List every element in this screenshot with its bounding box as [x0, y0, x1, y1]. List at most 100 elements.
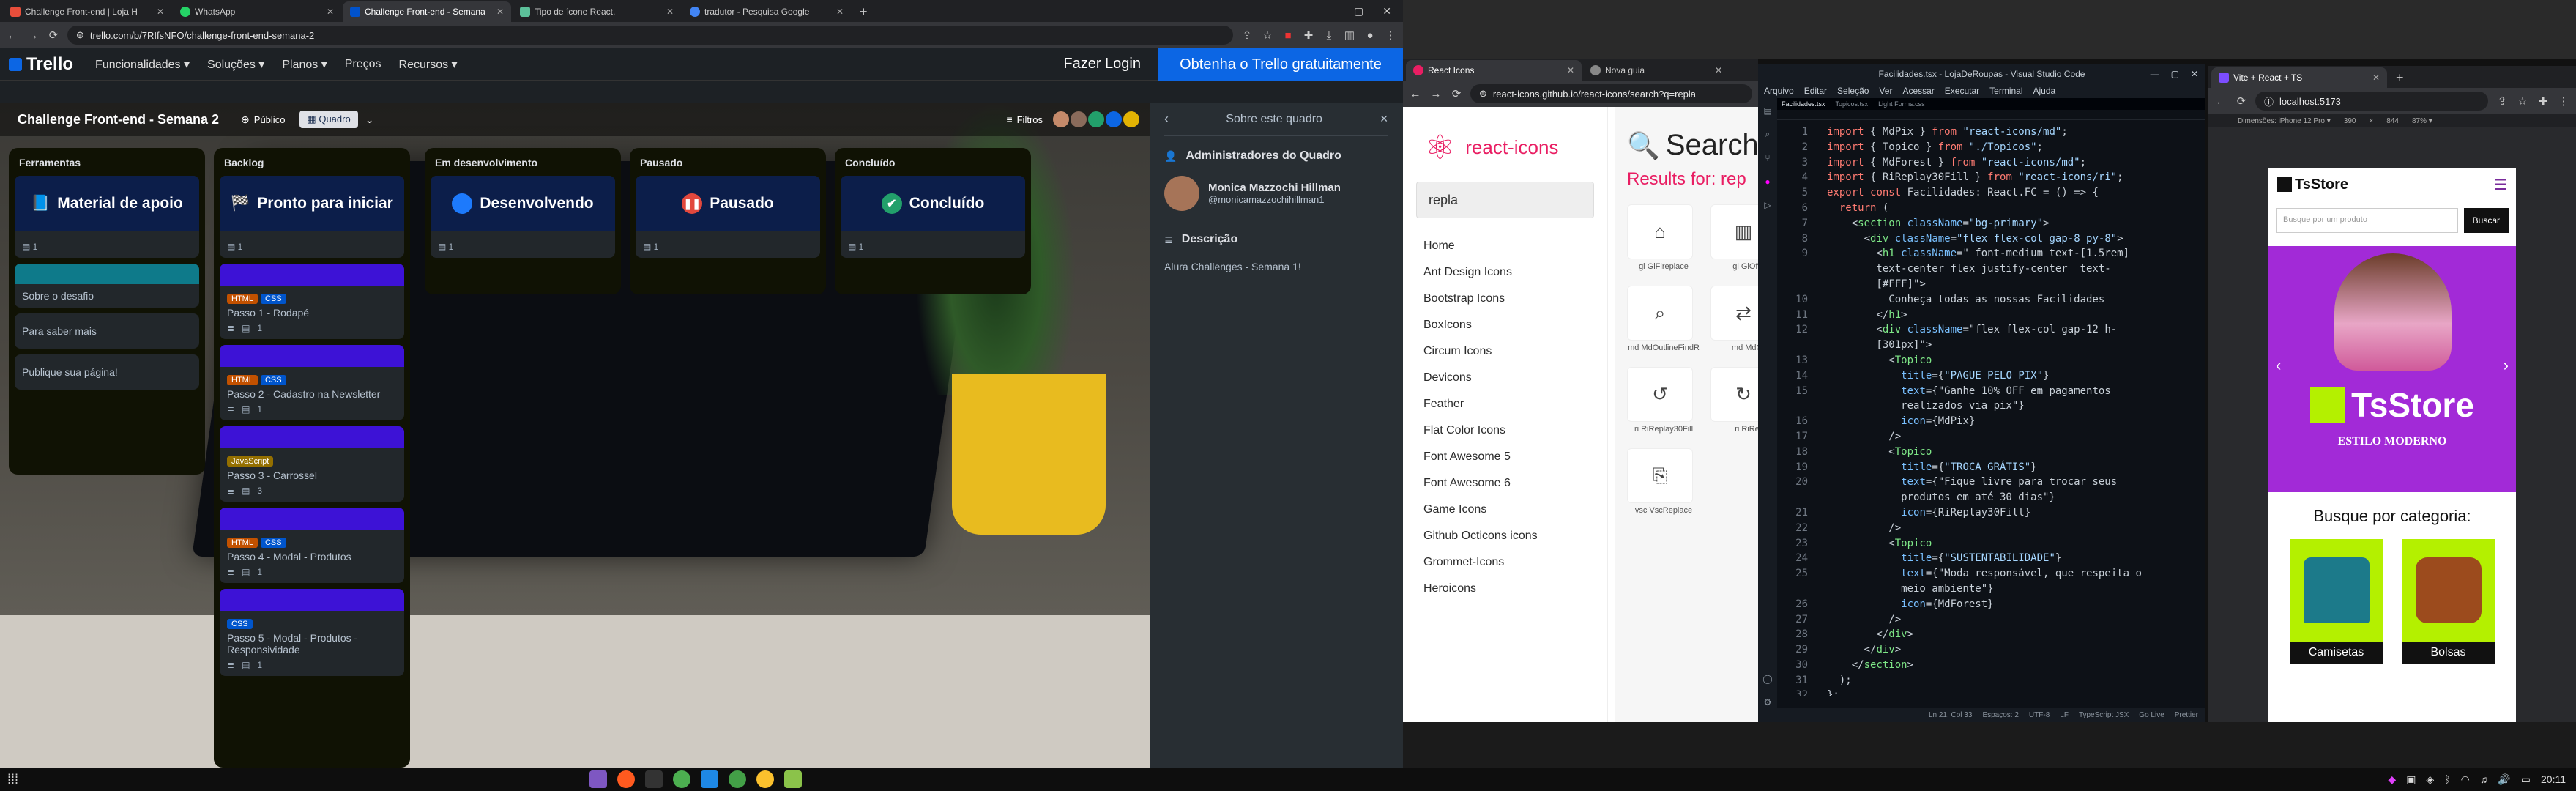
- code-line[interactable]: 21 icon={RiReplay30Fill}: [1777, 505, 2205, 521]
- minimize-icon[interactable]: —: [1325, 5, 1335, 18]
- cta-button[interactable]: Obtenha o Trello gratuitamente: [1158, 48, 1403, 81]
- list-item[interactable]: HTML CSS Passo 4 - Modal - Produtos ≣ ▤ 1: [220, 508, 404, 583]
- source-control-icon[interactable]: ⑂: [1765, 153, 1770, 163]
- code-line[interactable]: 2 import { Topico } from "./Topicos";: [1777, 140, 2205, 155]
- puzzle-icon[interactable]: ✚: [2536, 94, 2550, 108]
- admin-entry[interactable]: Monica Mazzochi Hillman @monicamazzochihi…: [1164, 176, 1388, 211]
- code-line[interactable]: 23 <Topico: [1777, 536, 2205, 552]
- close-window-icon[interactable]: ✕: [1382, 5, 1391, 18]
- sidebar-item-game-icons[interactable]: Game Icons: [1403, 497, 1607, 523]
- avatar[interactable]: [1164, 176, 1199, 211]
- board-title[interactable]: Challenge Front-end - Semana 2: [18, 112, 219, 127]
- run-icon[interactable]: ▷: [1764, 200, 1771, 210]
- code-line[interactable]: 4 import { RiReplay30Fill } from "react-i…: [1777, 170, 2205, 185]
- tab-react-icon[interactable]: Tipo de ícone React. ✕: [513, 1, 681, 22]
- code-line[interactable]: 29 </div>: [1777, 642, 2205, 658]
- url-field[interactable]: ⊜ trello.com/b/7RIfsNFO/challenge-front-e…: [67, 26, 1233, 45]
- code-line[interactable]: 19 title={"TROCA GRÁTIS"}: [1777, 460, 2205, 475]
- sidebar-item-fa5[interactable]: Font Awesome 5: [1403, 444, 1607, 470]
- category-camisetas[interactable]: Camisetas: [2289, 539, 2383, 664]
- close-icon[interactable]: ✕: [1715, 65, 1722, 75]
- tab-topicos[interactable]: Topicos.tsx: [1836, 100, 1869, 108]
- settings-icon[interactable]: ⚙: [1764, 697, 1772, 708]
- list-item[interactable]: Publique sua página!: [15, 354, 199, 390]
- label-html[interactable]: HTML: [227, 375, 258, 385]
- extensions-icon[interactable]: ●: [1765, 177, 1770, 187]
- status-encoding[interactable]: UTF-8: [2029, 711, 2050, 719]
- puzzle-icon[interactable]: ✚: [1302, 29, 1315, 42]
- list-item[interactable]: HTML CSS Passo 2 - Cadastro na Newsletter ≣…: [220, 345, 404, 420]
- close-icon[interactable]: ✕: [327, 7, 334, 17]
- sidebar-item-heroicons[interactable]: Heroicons: [1403, 576, 1607, 602]
- explorer-icon[interactable]: ▤: [1763, 105, 1771, 116]
- search-input[interactable]: repla: [1416, 182, 1594, 218]
- device-width[interactable]: 390: [2344, 117, 2356, 125]
- label-html[interactable]: HTML: [227, 294, 258, 304]
- music-icon[interactable]: ♫: [2480, 773, 2488, 785]
- filter-button[interactable]: Filtros: [1017, 114, 1043, 125]
- icon-card[interactable]: ⇄: [1710, 286, 1758, 341]
- url-field[interactable]: ⊜ react-icons.github.io/react-icons/searc…: [1470, 84, 1752, 103]
- volume-icon[interactable]: 🔊: [2498, 773, 2510, 786]
- list-title[interactable]: Concluído: [841, 154, 1025, 176]
- label-css[interactable]: CSS: [227, 619, 253, 629]
- list-ferramentas[interactable]: Ferramentas 📘 Material de apoio ▤ 1 Sobre …: [9, 148, 205, 475]
- avatar[interactable]: [1053, 111, 1069, 127]
- forward-icon[interactable]: →: [26, 29, 40, 42]
- account-icon[interactable]: ◯: [1762, 674, 1772, 684]
- label-javascript[interactable]: JavaScript: [227, 456, 274, 467]
- code-line[interactable]: 9 <h1 className=" font-medium text-[1.5r…: [1777, 246, 2205, 261]
- close-icon[interactable]: ✕: [666, 7, 674, 17]
- carousel-prev-icon[interactable]: ‹: [2276, 356, 2281, 375]
- code-line[interactable]: 1 import { MdPix } from "react-icons/md";: [1777, 125, 2205, 140]
- sidebar-item-octicons[interactable]: Github Octicons icons: [1403, 523, 1607, 549]
- clipboard-icon[interactable]: ▣: [2406, 773, 2416, 786]
- code-line[interactable]: 17 />: [1777, 429, 2205, 445]
- sidebar-item-ant-design[interactable]: Ant Design Icons: [1403, 259, 1607, 286]
- url-field[interactable]: ⓘ localhost:5173: [2255, 92, 2488, 111]
- search-input[interactable]: Busque por um produto: [2276, 208, 2458, 233]
- sidebar-item-home[interactable]: Home: [1403, 233, 1607, 259]
- list-item[interactable]: CSS Passo 5 - Modal - Produtos - Responsi…: [220, 589, 404, 676]
- code-line[interactable]: 24 title={"SUSTENTABILIDADE"}: [1777, 551, 2205, 566]
- sidebar-item-devicons[interactable]: Devicons: [1403, 365, 1607, 391]
- menu-icon[interactable]: ⋮: [2557, 94, 2570, 108]
- close-icon[interactable]: ✕: [2372, 73, 2380, 83]
- code-line[interactable]: text-center flex justify-center text-: [1777, 261, 2205, 277]
- list-title[interactable]: Ferramentas: [15, 154, 199, 176]
- status-language[interactable]: TypeScript JSX: [2079, 711, 2129, 719]
- status-golive[interactable]: Go Live: [2139, 711, 2164, 719]
- device-height[interactable]: 844: [2386, 117, 2399, 125]
- code-line[interactable]: 10 Conheça todas as nossas Facilidades: [1777, 292, 2205, 308]
- code-line[interactable]: 30 </section>: [1777, 658, 2205, 673]
- tab-whatsapp[interactable]: WhatsApp ✕: [173, 1, 341, 22]
- code-line[interactable]: 6 return (: [1777, 201, 2205, 216]
- code-line[interactable]: [#FFF]">: [1777, 277, 2205, 292]
- profile-icon[interactable]: ●: [1363, 29, 1377, 42]
- close-icon[interactable]: ✕: [836, 7, 844, 17]
- menu-ajuda[interactable]: Ajuda: [2033, 86, 2056, 96]
- close-window-icon[interactable]: ✕: [2191, 69, 2198, 79]
- code-line[interactable]: 32};: [1777, 688, 2205, 696]
- flameshot-icon[interactable]: ◆: [2388, 773, 2396, 786]
- label-css[interactable]: CSS: [260, 375, 286, 385]
- list-backlog[interactable]: Backlog 🏁 Pronto para iniciar ▤ 1 HTML CSS P…: [214, 148, 410, 768]
- files-icon[interactable]: [589, 770, 608, 788]
- code-line[interactable]: 20 text={"Fique livre para trocar seus: [1777, 475, 2205, 490]
- wifi-icon[interactable]: ◠: [2461, 773, 2470, 786]
- code-line[interactable]: 12 <div className="flex flex-col gap-12 …: [1777, 322, 2205, 338]
- tab-tradutor[interactable]: tradutor - Pesquisa Google ✕: [682, 1, 851, 22]
- tab-react-icons[interactable]: React Icons ✕: [1406, 60, 1582, 81]
- status-prettier[interactable]: Prettier: [2175, 711, 2198, 719]
- carousel-next-icon[interactable]: ›: [2504, 356, 2509, 375]
- close-icon[interactable]: ✕: [1567, 65, 1574, 75]
- cover-card[interactable]: ❚❚ Pausado ▤ 1: [636, 176, 820, 258]
- extension-icon[interactable]: ■: [1281, 29, 1295, 42]
- sidebar-item-bootstrap[interactable]: Bootstrap Icons: [1403, 286, 1607, 312]
- code-line[interactable]: [301px]">: [1777, 338, 2205, 353]
- menu-arquivo[interactable]: Arquivo: [1764, 86, 1794, 96]
- icon-card[interactable]: ▥: [1710, 204, 1758, 259]
- code-line[interactable]: 16 icon={MdPix}: [1777, 414, 2205, 429]
- filter-icon[interactable]: ≡: [1006, 114, 1012, 125]
- icon-card[interactable]: ↺: [1627, 367, 1693, 422]
